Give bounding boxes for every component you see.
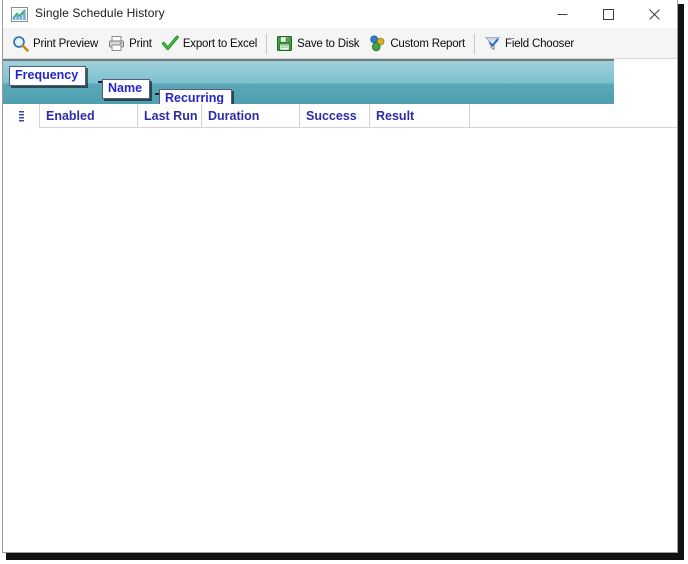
green-check-icon <box>161 35 179 52</box>
maximize-button[interactable] <box>585 0 631 29</box>
toolbar: Print Preview Print Export to Excel Save… <box>3 29 677 59</box>
export-to-excel-button[interactable]: Export to Excel <box>157 31 262 57</box>
save-to-disk-label: Save to Disk <box>297 37 360 50</box>
save-to-disk-button[interactable]: Save to Disk <box>271 31 364 57</box>
funnel-filter-icon <box>484 35 501 52</box>
chart-icon <box>11 6 28 23</box>
close-icon <box>648 9 660 20</box>
grip-icon <box>18 109 24 122</box>
print-preview-label: Print Preview <box>33 37 99 50</box>
group-header-frequency[interactable]: Frequency <box>9 66 87 86</box>
grid-column-header-row: Enabled Last Run Duration Success Result <box>3 103 677 128</box>
custom-report-button[interactable]: Custom Report <box>364 31 470 57</box>
column-header-result[interactable]: Result <box>370 103 470 128</box>
magnifier-icon <box>12 35 29 52</box>
field-chooser-button[interactable]: Field Chooser <box>479 31 579 57</box>
print-button[interactable]: Print <box>103 31 157 57</box>
floppy-disk-icon <box>276 35 293 52</box>
toolbar-empty-space <box>579 31 677 57</box>
minimize-button[interactable] <box>539 0 585 29</box>
close-button[interactable] <box>631 0 677 29</box>
minimize-icon <box>557 14 567 15</box>
print-preview-button[interactable]: Print Preview <box>7 31 103 57</box>
column-header-last-run[interactable]: Last Run <box>138 103 202 128</box>
column-header-success[interactable]: Success <box>300 103 370 128</box>
window-title: Single Schedule History <box>35 6 165 20</box>
export-to-excel-label: Export to Excel <box>182 37 258 50</box>
grid-data-area[interactable] <box>3 128 677 528</box>
printer-icon <box>108 35 125 52</box>
group-header-name[interactable]: Name <box>102 79 151 99</box>
row-indicator-cell[interactable] <box>3 103 40 128</box>
maximize-icon <box>602 9 614 20</box>
title-bar: Single Schedule History <box>3 0 677 29</box>
custom-report-label: Custom Report <box>390 37 466 50</box>
print-label: Print <box>129 37 152 50</box>
application-window: Single Schedule History Print Preview Pr… <box>2 0 678 553</box>
field-chooser-label: Field Chooser <box>505 37 575 50</box>
group-by-panel[interactable]: Frequency Name Recurring <box>3 59 614 109</box>
spheres-icon <box>369 35 386 52</box>
toolbar-separator-1 <box>266 33 268 54</box>
toolbar-separator-2 <box>474 33 476 54</box>
column-header-enabled[interactable]: Enabled <box>40 103 138 128</box>
column-header-duration[interactable]: Duration <box>202 103 300 128</box>
